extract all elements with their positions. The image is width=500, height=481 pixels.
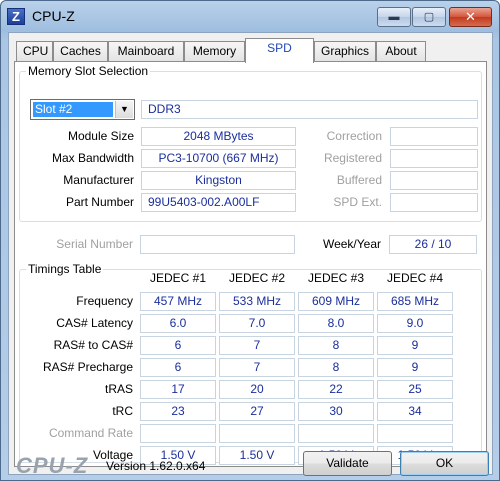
serial-number-label: Serial Number [56, 237, 133, 251]
timings-cell: 457 MHz [140, 292, 216, 311]
spd-ext-field [390, 193, 478, 212]
part-number-field: 99U5403-002.A00LF [141, 193, 296, 212]
timings-cell [298, 424, 374, 443]
memory-slot-group-title: Memory Slot Selection [26, 64, 151, 78]
week-year-label: Week/Year [322, 237, 381, 251]
buffered-field [390, 171, 478, 190]
timings-row-label: tRC [112, 404, 133, 418]
max-bandwidth-field: PC3-10700 (667 MHz) [141, 149, 296, 168]
timings-cell: 9 [377, 358, 453, 377]
timings-cell: 7 [219, 358, 295, 377]
timings-cell: 8.0 [298, 314, 374, 333]
timings-row-label: Frequency [76, 294, 133, 308]
tab-mainboard[interactable]: Mainboard [108, 41, 184, 62]
week-year-field: 26 / 10 [389, 235, 477, 254]
timings-cell [140, 424, 216, 443]
timings-row-label: CAS# Latency [56, 316, 133, 330]
timings-column-header: JEDEC #2 [228, 271, 286, 285]
timings-cell: 9 [377, 336, 453, 355]
tab-memory[interactable]: Memory [184, 41, 245, 62]
version-text: Version 1.62.0.x64 [106, 459, 206, 473]
timings-cell: 685 MHz [377, 292, 453, 311]
maximize-button[interactable]: ▢ [412, 7, 446, 27]
timings-cell: 7 [219, 336, 295, 355]
ok-button[interactable]: OK [400, 451, 489, 476]
timings-cell [377, 424, 453, 443]
timings-cell: 8 [298, 336, 374, 355]
timings-cell: 23 [140, 402, 216, 421]
module-size-field: 2048 MBytes [141, 127, 296, 146]
part-number-label: Part Number [65, 195, 134, 209]
timings-cell: 7.0 [219, 314, 295, 333]
manufacturer-field: Kingston [141, 171, 296, 190]
correction-label: Correction [326, 129, 382, 143]
timings-cell: 1.50 V [219, 446, 295, 465]
slot-select-value: Slot #2 [33, 102, 113, 117]
tab-spd[interactable]: SPD [245, 38, 314, 63]
timings-cell [219, 424, 295, 443]
window-title: CPU-Z [32, 8, 75, 24]
memory-type-field: DDR3 [141, 100, 478, 119]
tab-graphics[interactable]: Graphics [314, 41, 376, 62]
registered-label: Registered [323, 151, 382, 165]
timings-cell: 533 MHz [219, 292, 295, 311]
timings-cell: 609 MHz [298, 292, 374, 311]
timings-row-label: tRAS [104, 382, 133, 396]
timings-cell: 8 [298, 358, 374, 377]
chevron-down-icon[interactable]: ▼ [115, 101, 133, 118]
module-size-label: Module Size [67, 129, 134, 143]
title-bar[interactable]: Z CPU-Z ▬ ▢ ✕ [1, 1, 499, 31]
timings-cell: 25 [377, 380, 453, 399]
validate-button[interactable]: Validate [303, 451, 392, 476]
registered-field [390, 149, 478, 168]
close-button[interactable]: ✕ [449, 7, 492, 27]
timings-cell: 9.0 [377, 314, 453, 333]
tab-caches[interactable]: Caches [53, 41, 108, 62]
buffered-label: Buffered [336, 173, 382, 187]
timings-column-header: JEDEC #4 [386, 271, 444, 285]
timings-cell: 30 [298, 402, 374, 421]
serial-number-field [140, 235, 295, 254]
client-area: CPU Caches Mainboard Memory SPD Graphics… [8, 32, 493, 478]
timings-cell: 20 [219, 380, 295, 399]
timings-cell: 6.0 [140, 314, 216, 333]
cpuz-app-icon: Z [7, 8, 25, 25]
timings-cell: 22 [298, 380, 374, 399]
timings-row-label: RAS# to CAS# [53, 338, 133, 352]
spd-ext-label: SPD Ext. [333, 195, 382, 209]
timings-group-title: Timings Table [26, 262, 104, 276]
timings-column-header: JEDEC #1 [149, 271, 207, 285]
timings-cell: 34 [377, 402, 453, 421]
timings-column-header: JEDEC #3 [307, 271, 365, 285]
timings-cell: 6 [140, 358, 216, 377]
tab-cpu[interactable]: CPU [16, 41, 53, 62]
minimize-button[interactable]: ▬ [377, 7, 411, 27]
correction-field [390, 127, 478, 146]
tab-about[interactable]: About [376, 41, 426, 62]
timings-row-label: RAS# Precharge [42, 360, 133, 374]
timings-row-label: Command Rate [48, 426, 133, 440]
cpuz-logo: CPU-Z [16, 453, 89, 478]
manufacturer-label: Manufacturer [63, 173, 134, 187]
spd-panel: Memory Slot Selection Slot #2 ▼ DDR3 Mod… [14, 61, 487, 467]
max-bandwidth-label: Max Bandwidth [51, 151, 134, 165]
cpuz-window: Z CPU-Z ▬ ▢ ✕ CPU Caches Mainboard Memor… [0, 0, 500, 481]
timings-cell: 27 [219, 402, 295, 421]
memory-slot-group: Memory Slot Selection Slot #2 ▼ DDR3 Mod… [19, 64, 482, 222]
slot-select[interactable]: Slot #2 ▼ [30, 99, 135, 120]
timings-cell: 17 [140, 380, 216, 399]
timings-cell: 6 [140, 336, 216, 355]
